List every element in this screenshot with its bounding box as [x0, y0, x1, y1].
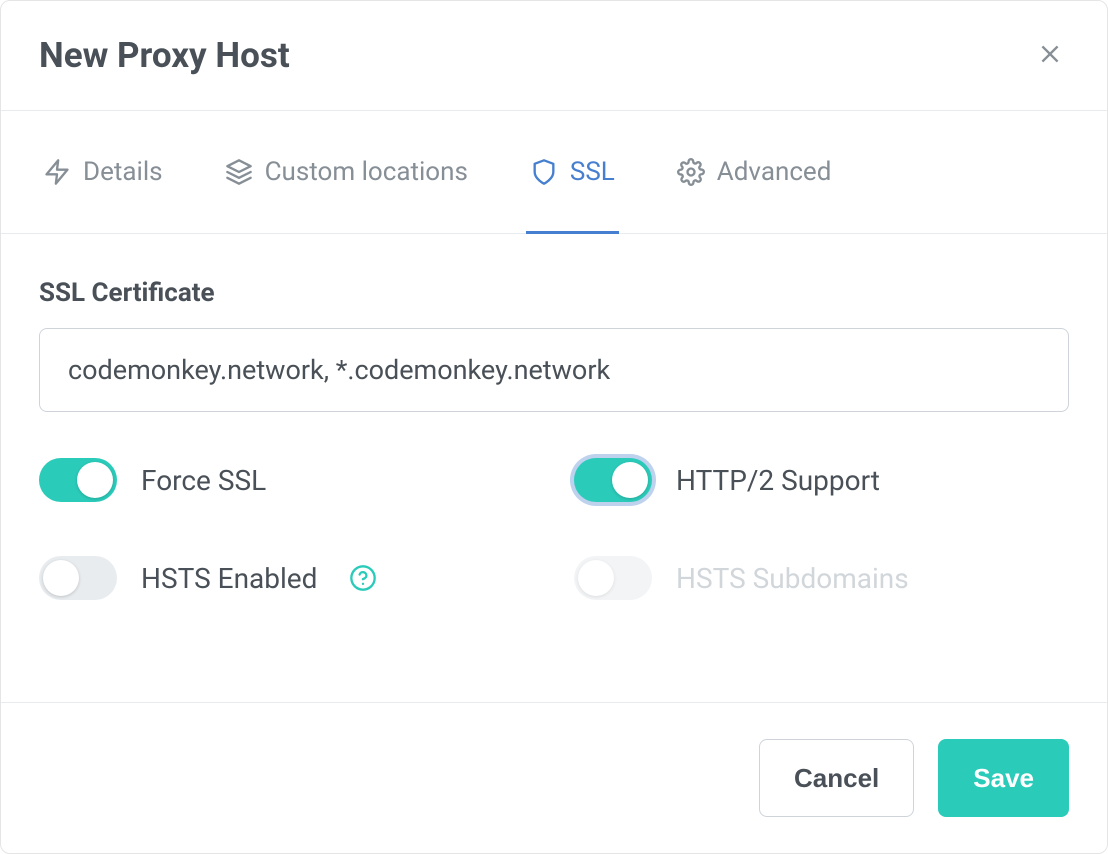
ssl-certificate-label: SSL Certificate — [39, 278, 1069, 308]
http2-label: HTTP/2 Support — [676, 464, 880, 497]
ssl-certificate-select[interactable]: codemonkey.network, *.codemonkey.network — [39, 328, 1069, 412]
modal-header: New Proxy Host — [1, 1, 1107, 111]
hsts-label: HSTS Enabled — [141, 562, 317, 595]
tab-label: SSL — [570, 157, 615, 187]
hsts-subdomains-row: HSTS Subdomains — [574, 556, 1069, 600]
close-icon — [1037, 55, 1063, 70]
tab-advanced[interactable]: Advanced — [673, 111, 836, 233]
save-button[interactable]: Save — [938, 739, 1069, 817]
zap-icon — [43, 158, 71, 186]
shield-icon — [530, 158, 558, 186]
hsts-row: HSTS Enabled — [39, 556, 534, 600]
gear-icon — [677, 158, 705, 186]
modal-body: SSL Certificate codemonkey.network, *.co… — [1, 234, 1107, 702]
force-ssl-row: Force SSL — [39, 458, 534, 502]
switch-grid: Force SSL HTTP/2 Support HSTS Enabled HS… — [39, 458, 1069, 600]
tab-label: Details — [83, 157, 163, 187]
force-ssl-label: Force SSL — [141, 464, 266, 497]
close-button[interactable] — [1031, 35, 1069, 76]
cancel-button[interactable]: Cancel — [759, 739, 914, 817]
tab-label: Advanced — [717, 157, 832, 187]
hsts-subdomains-label: HSTS Subdomains — [676, 562, 909, 595]
new-proxy-host-modal: New Proxy Host Details Custom locations … — [0, 0, 1108, 854]
force-ssl-toggle[interactable] — [39, 458, 117, 502]
help-icon[interactable] — [349, 564, 377, 592]
ssl-certificate-value: codemonkey.network, *.codemonkey.network — [68, 354, 610, 386]
tab-custom-locations[interactable]: Custom locations — [221, 111, 472, 233]
hsts-toggle[interactable] — [39, 556, 117, 600]
tab-label: Custom locations — [265, 157, 468, 187]
modal-title: New Proxy Host — [39, 35, 290, 76]
http2-toggle[interactable] — [574, 458, 652, 502]
hsts-subdomains-toggle — [574, 556, 652, 600]
tabs: Details Custom locations SSL Advanced — [1, 111, 1107, 234]
http2-row: HTTP/2 Support — [574, 458, 1069, 502]
tab-details[interactable]: Details — [39, 111, 167, 233]
modal-footer: Cancel Save — [1, 702, 1107, 853]
tab-ssl[interactable]: SSL — [526, 111, 619, 233]
layers-icon — [225, 158, 253, 186]
